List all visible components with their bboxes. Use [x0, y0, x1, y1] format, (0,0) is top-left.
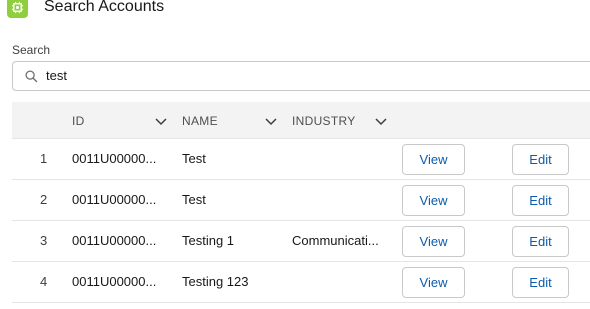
account-id: 0011U00000... [72, 151, 157, 166]
row-number: 4 [40, 274, 48, 289]
table-header: ID NAME INDUSTRY [12, 102, 590, 139]
account-id: 0011U00000... [72, 274, 157, 289]
account-id: 0011U00000... [72, 192, 157, 207]
account-name: Test [182, 151, 206, 166]
edit-button[interactable]: Edit [512, 144, 569, 175]
search-input-value: test [46, 68, 67, 83]
account-name: Testing 123 [182, 274, 249, 289]
view-button[interactable]: View [402, 267, 465, 298]
view-button[interactable]: View [402, 185, 465, 216]
column-header-id[interactable]: ID [72, 114, 85, 128]
chevron-down-icon[interactable] [375, 115, 387, 129]
search-icon [25, 70, 38, 88]
view-button[interactable]: View [402, 226, 465, 257]
table-row: 4 0011U00000... Testing 123 View Edit [12, 262, 590, 303]
page-header: Search Accounts [0, 0, 590, 22]
edit-button[interactable]: Edit [512, 226, 569, 257]
page-title: Search Accounts [44, 0, 165, 15]
accounts-table: ID NAME INDUSTRY 1 0011U00000... Test Vi… [12, 102, 590, 303]
account-name: Test [182, 192, 206, 207]
table-row: 1 0011U00000... Test View Edit [12, 139, 590, 180]
column-header-industry[interactable]: INDUSTRY [292, 114, 356, 128]
column-header-name[interactable]: NAME [182, 114, 218, 128]
row-number: 1 [40, 151, 48, 166]
chevron-down-icon[interactable] [265, 115, 277, 129]
edit-button[interactable]: Edit [512, 185, 569, 216]
search-label: Search [12, 43, 51, 57]
account-id: 0011U00000... [72, 233, 157, 248]
table-row: 3 0011U00000... Testing 1 Communicati...… [12, 221, 590, 262]
table-row: 2 0011U00000... Test View Edit [12, 180, 590, 221]
search-input[interactable]: test [12, 61, 590, 91]
view-button[interactable]: View [402, 144, 465, 175]
edit-button[interactable]: Edit [512, 267, 569, 298]
account-chip-icon [7, 0, 28, 18]
chevron-down-icon[interactable] [155, 115, 167, 129]
row-number: 3 [40, 233, 48, 248]
row-number: 2 [40, 192, 48, 207]
account-name: Testing 1 [182, 233, 235, 248]
account-industry: Communicati... [292, 233, 379, 248]
